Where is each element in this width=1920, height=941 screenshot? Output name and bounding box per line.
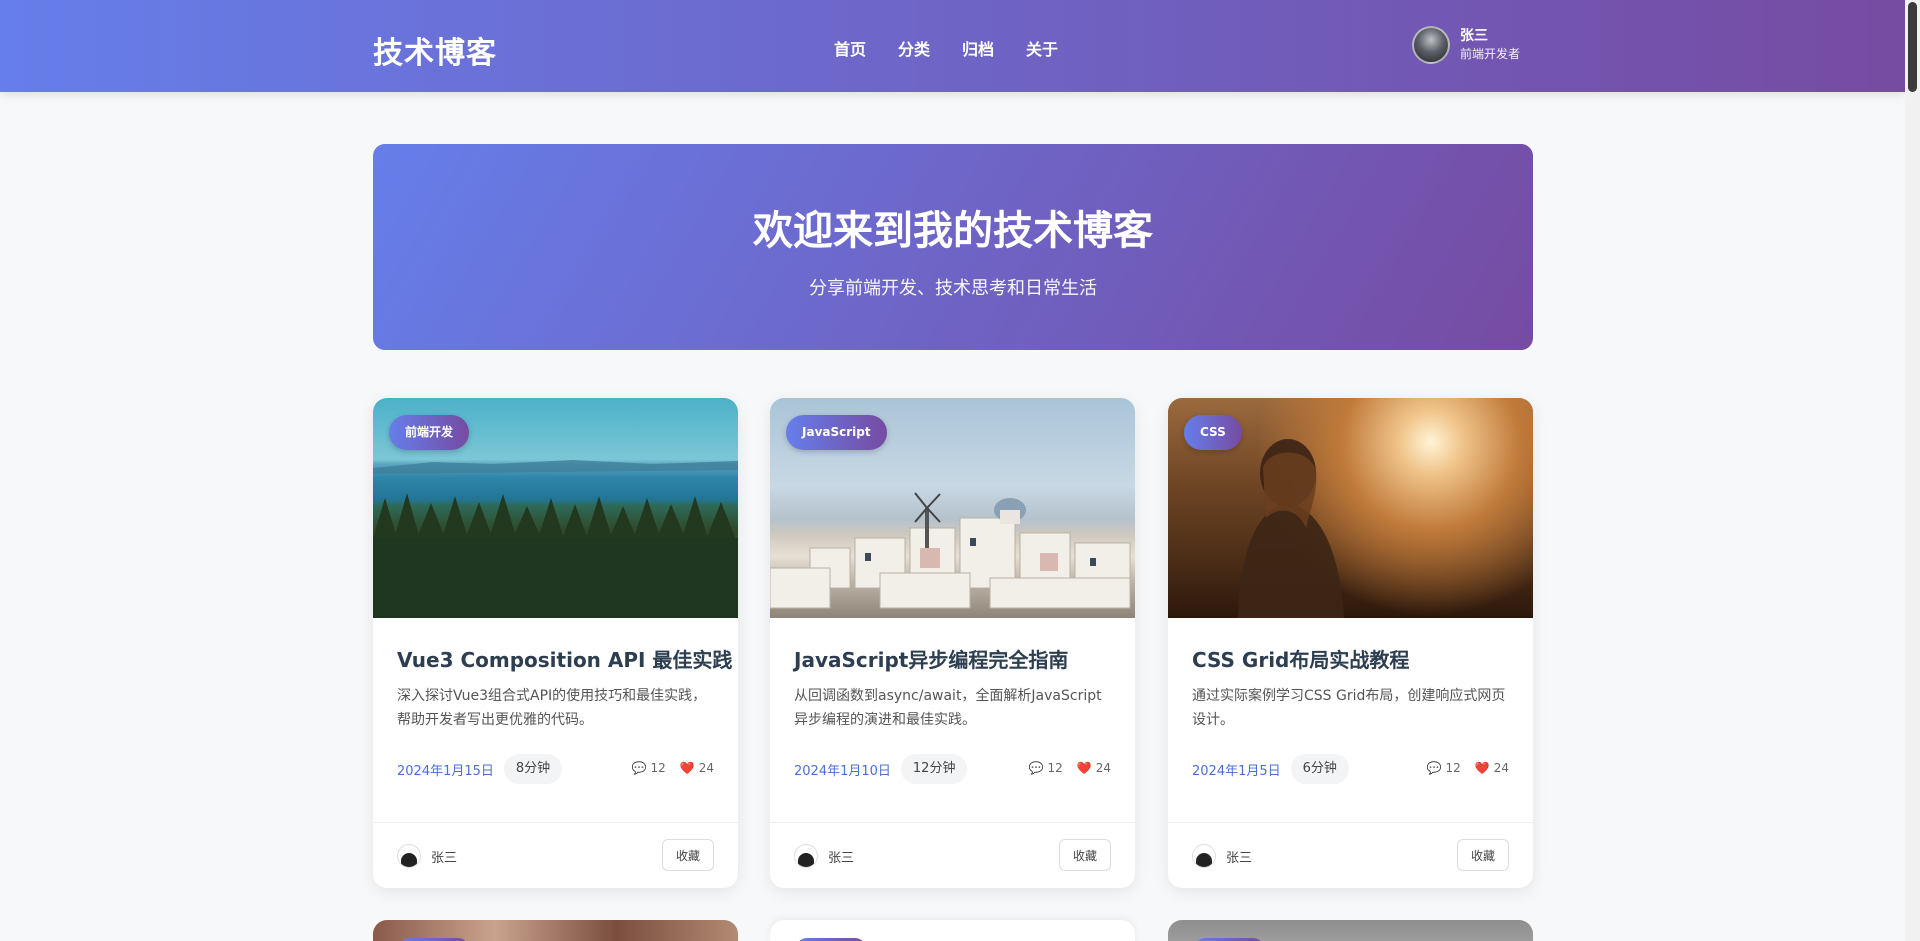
nav-home[interactable]: 首页 (834, 36, 866, 60)
like-count-value: 24 (1493, 761, 1509, 775)
post-excerpt: 深入探讨Vue3组合式API的使用技巧和最佳实践，帮助开发者写出更优雅的代码。 (397, 688, 707, 728)
user-role: 前端开发者 (1460, 47, 1521, 61)
favorite-button[interactable]: 收藏 (662, 839, 714, 871)
speech-bubble-icon: 💬 (631, 761, 647, 775)
comment-count[interactable]: 💬 12 (1029, 761, 1063, 775)
like-count[interactable]: ❤️ 24 (1077, 761, 1111, 775)
post-card-peek[interactable] (1168, 920, 1533, 941)
hero-subtitle: 分享前端开发、技术思考和日常生活 (809, 278, 1097, 299)
comment-count[interactable]: 💬 12 (1427, 761, 1461, 775)
nav-archive[interactable]: 归档 (962, 36, 994, 60)
post-date: 2024年1月5日 (1192, 763, 1281, 779)
post-meta: 2024年1月10日 12分钟 (794, 754, 968, 784)
scrollbar-thumb[interactable] (1908, 2, 1917, 92)
hero-title: 欢迎来到我的技术博客 (753, 208, 1153, 254)
comment-count-value: 12 (650, 761, 666, 775)
post-card[interactable]: 前端开发 Vue3 Composition API 最佳实践 深入探讨Vue3组… (373, 398, 738, 888)
like-count[interactable]: ❤️ 24 (680, 761, 714, 775)
author-avatar (397, 844, 421, 868)
author-name: 张三 (431, 850, 458, 866)
category-tag[interactable]: CSS (1184, 415, 1242, 450)
speech-bubble-icon: 💬 (1426, 761, 1442, 775)
post-title[interactable]: CSS Grid布局实战教程 (1192, 644, 1409, 673)
site-logo[interactable]: 技术博客 (373, 28, 497, 72)
post-author[interactable]: 张三 (794, 844, 854, 868)
post-stats: 💬 12 ❤️ 24 (1029, 761, 1111, 775)
post-date: 2024年1月10日 (794, 763, 891, 779)
heart-icon: ❤️ (679, 761, 695, 775)
comment-count-value: 12 (1445, 761, 1461, 775)
nav-categories[interactable]: 分类 (898, 36, 930, 60)
post-author[interactable]: 张三 (397, 844, 457, 868)
author-avatar (1192, 844, 1216, 868)
category-tag[interactable]: 前端开发 (389, 415, 470, 450)
author-name: 张三 (1226, 850, 1253, 866)
top-navbar: 技术博客 首页 分类 归档 关于 张三 前端开发者 (0, 0, 1905, 92)
post-card[interactable]: CSS CSS Grid布局实战教程 通过实际案例学习CSS Grid布局，创建… (1168, 398, 1533, 888)
post-stats: 💬 12 ❤️ 24 (632, 761, 714, 775)
comment-count-value: 12 (1047, 761, 1063, 775)
post-card-peek[interactable] (373, 920, 738, 941)
user-info: 张三 前端开发者 (1460, 27, 1520, 63)
post-meta: 2024年1月15日 8分钟 (397, 754, 563, 784)
user-profile[interactable]: 张三 前端开发者 (1412, 26, 1520, 64)
post-title[interactable]: JavaScript异步编程完全指南 (794, 644, 1068, 673)
author-avatar (794, 844, 818, 868)
post-card-peek[interactable] (770, 920, 1135, 941)
author-name: 张三 (828, 850, 855, 866)
post-excerpt: 从回调函数到async/await，全面解析JavaScript异步编程的演进和… (794, 688, 1102, 728)
like-count[interactable]: ❤️ 24 (1475, 761, 1509, 775)
post-card[interactable]: JavaScript JavaScript异步编程完全指南 从回调函数到asyn… (770, 398, 1135, 888)
speech-bubble-icon: 💬 (1028, 761, 1044, 775)
post-author[interactable]: 张三 (1192, 844, 1252, 868)
favorite-button[interactable]: 收藏 (1059, 839, 1111, 871)
post-title[interactable]: Vue3 Composition API 最佳实践 (397, 644, 732, 673)
read-time-badge: 12分钟 (900, 754, 968, 784)
main-nav: 首页 分类 归档 关于 (834, 36, 1058, 60)
post-excerpt: 通过实际案例学习CSS Grid布局，创建响应式网页设计。 (1192, 688, 1506, 728)
post-meta: 2024年1月5日 6分钟 (1192, 754, 1349, 784)
post-stats: 💬 12 ❤️ 24 (1427, 761, 1509, 775)
heart-icon: ❤️ (1474, 761, 1490, 775)
page-scrollbar[interactable] (1905, 0, 1920, 941)
card-footer: 张三 收藏 (1168, 822, 1533, 888)
read-time-badge: 6分钟 (1290, 754, 1349, 784)
card-footer: 张三 收藏 (373, 822, 738, 888)
post-date: 2024年1月15日 (397, 763, 494, 779)
heart-icon: ❤️ (1076, 761, 1092, 775)
avatar[interactable] (1412, 26, 1450, 64)
user-name: 张三 (1460, 28, 1488, 44)
comment-count[interactable]: 💬 12 (632, 761, 666, 775)
hero-banner: 欢迎来到我的技术博客 分享前端开发、技术思考和日常生活 (373, 144, 1533, 350)
nav-about[interactable]: 关于 (1026, 36, 1058, 60)
favorite-button[interactable]: 收藏 (1457, 839, 1509, 871)
read-time-badge: 8分钟 (503, 754, 563, 784)
like-count-value: 24 (698, 761, 714, 775)
category-tag[interactable]: JavaScript (786, 415, 887, 450)
like-count-value: 24 (1095, 761, 1111, 775)
card-footer: 张三 收藏 (770, 822, 1135, 888)
